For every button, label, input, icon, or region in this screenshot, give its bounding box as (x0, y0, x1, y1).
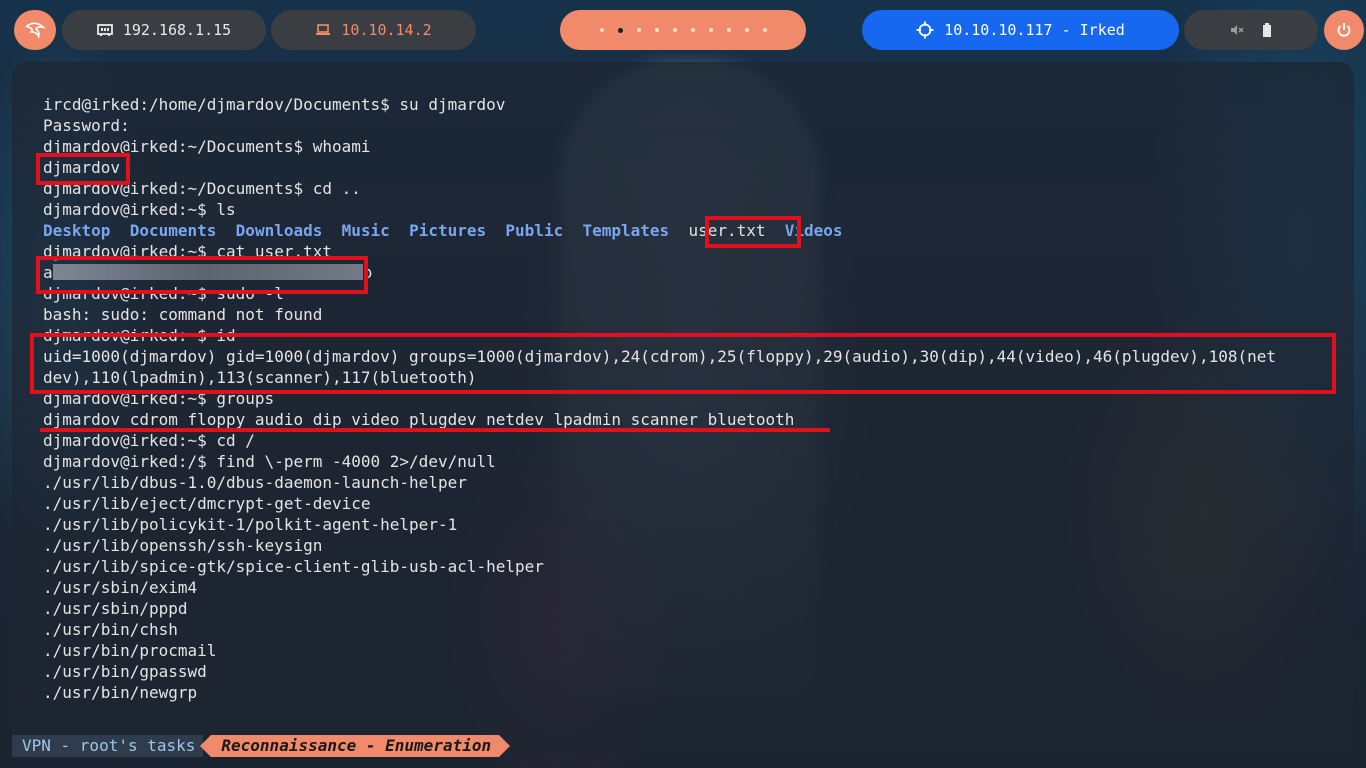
ls-dir: Music (341, 221, 390, 240)
terminal-line: djmardov (43, 158, 121, 177)
highlight-flag-box (36, 256, 368, 294)
terminal-line: djmardov@irked:~/Documents$ cd .. (43, 179, 361, 198)
terminal-window[interactable]: ircd@irked:/home/djmardov/Documents$ su … (12, 62, 1354, 758)
terminal-line: djmardov cdrom floppy audio dip video pl… (43, 410, 795, 429)
workspace-1[interactable] (599, 28, 604, 32)
power-button[interactable] (1324, 10, 1364, 50)
terminal-line: djmardov@irked:~$ ls (43, 200, 236, 219)
terminal-line: ./usr/bin/chsh (43, 620, 178, 639)
workspace-5[interactable] (672, 28, 677, 32)
target-label: 10.10.10.117 - Irked (944, 21, 1125, 39)
vpn-ip-label: 10.10.14.2 (341, 21, 432, 39)
highlight-id-box (30, 333, 1336, 394)
ls-dir: Documents (129, 221, 217, 240)
terminal-line: djmardov@irked:~/Documents$ whoami (43, 137, 371, 156)
laptop-icon (315, 24, 331, 36)
power-icon (1336, 22, 1352, 38)
ls-dir: Public (505, 221, 564, 240)
terminal-line: ./usr/lib/openssh/ssh-keysign (43, 536, 323, 555)
terminal-line: ./usr/lib/policykit-1/polkit-agent-helpe… (43, 515, 458, 534)
terminal-line: ./usr/bin/procmail (43, 641, 217, 660)
crosshair-icon (916, 21, 934, 39)
workspace-7[interactable] (708, 28, 713, 32)
workspace-8[interactable] (726, 28, 731, 32)
top-bar: 192.168.1.15 10.10.14.2 10.10.10.117 - I… (0, 0, 1366, 60)
battery-icon[interactable] (1262, 23, 1272, 37)
terminal-line: djmardov@irked:/$ find \-perm -4000 2>/d… (43, 452, 496, 471)
target-widget[interactable]: 10.10.10.117 - Irked (862, 10, 1179, 50)
system-tray (1184, 10, 1318, 50)
terminal-line: bash: sudo: command not found (43, 305, 323, 324)
ls-output-line: Desktop Documents Downloads Music Pictur… (43, 220, 1343, 241)
active-window-label[interactable]: Reconnaissance - Enumeration (200, 735, 510, 757)
workspace-9[interactable] (744, 28, 749, 32)
session-label[interactable]: VPN - root's tasks (12, 735, 204, 757)
highlight-user-txt-box (705, 216, 801, 248)
workspace-6[interactable] (690, 28, 695, 32)
terminal-line: ./usr/sbin/pppd (43, 599, 188, 618)
local-ip-widget[interactable]: 192.168.1.15 (62, 10, 266, 50)
tmux-status-bar: VPN - root's tasks Reconnaissance - Enum… (12, 735, 510, 757)
terminal-output: ircd@irked:/home/djmardov/Documents$ su … (43, 94, 1343, 703)
local-ip-label: 192.168.1.15 (122, 21, 232, 39)
terminal-line: ./usr/lib/eject/dmcrypt-get-device (43, 494, 371, 513)
ls-dir: Templates (582, 221, 670, 240)
terminal-line: ./usr/sbin/exim4 (43, 578, 198, 597)
terminal-line: ./usr/lib/dbus-1.0/dbus-daemon-launch-he… (43, 473, 467, 492)
terminal-line: ./usr/lib/spice-gtk/spice-client-glib-us… (43, 557, 544, 576)
terminal-line: Password: (43, 116, 130, 135)
highlight-whoami-box (36, 153, 130, 185)
workspace-3[interactable] (636, 28, 641, 32)
network-card-icon (96, 23, 113, 37)
ls-dir: Downloads (235, 221, 323, 240)
vpn-ip-widget[interactable]: 10.10.14.2 (271, 10, 476, 50)
kali-dragon-icon (24, 19, 46, 41)
terminal-line: ./usr/bin/gpasswd (43, 662, 207, 681)
terminal-line: djmardov@irked:~$ cd / (43, 431, 255, 450)
terminal-line: ./usr/bin/newgrp (43, 683, 198, 702)
ls-dir: Desktop (43, 221, 111, 240)
highlight-groups-underline (40, 428, 830, 432)
muted-speaker-icon[interactable] (1230, 23, 1244, 37)
workspace-2[interactable] (617, 27, 623, 33)
ls-dir: Pictures (409, 221, 487, 240)
workspace-4[interactable] (654, 28, 659, 32)
workspace-switcher[interactable] (560, 10, 806, 50)
workspace-10[interactable] (762, 28, 767, 32)
launcher-button[interactable] (14, 10, 56, 50)
terminal-line: ircd@irked:/home/djmardov/Documents$ su … (43, 95, 506, 114)
